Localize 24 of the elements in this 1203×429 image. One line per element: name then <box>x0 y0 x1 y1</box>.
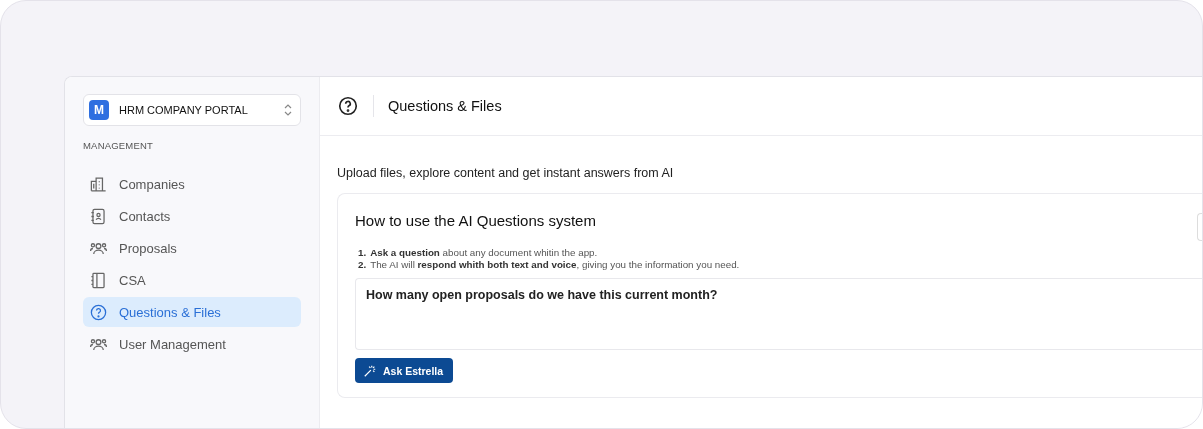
sidebar-item[interactable]: Contacts <box>83 201 301 231</box>
question-field[interactable]: How many open proposals do we have this current month? <box>355 278 1202 350</box>
help-icon <box>89 302 108 322</box>
sort-arrows-icon <box>284 104 292 116</box>
sidebar-item[interactable]: Companies <box>83 169 301 199</box>
step-text: The AI will respond whith both text and voice, giving you the information you need. <box>370 259 740 270</box>
step-text: Ask a question about any document whitin the app. <box>370 247 598 258</box>
intro-text: Upload files, explore content and get instant answers from AI <box>337 166 675 180</box>
sidebar-item[interactable]: Proposals <box>83 233 301 263</box>
notebook-icon <box>89 270 108 290</box>
sidebar-item[interactable]: Questions & Files <box>83 297 301 327</box>
page-title: Questions & Files <box>388 98 502 114</box>
magic-wand-icon <box>363 363 377 378</box>
help-icon <box>337 95 359 117</box>
sidebar-item[interactable]: CSA <box>83 265 301 295</box>
step-number: 1. <box>358 247 367 258</box>
sidebar-item[interactable]: User Management <box>83 329 301 359</box>
contact-book-icon <box>89 206 108 226</box>
card-title: How to use the AI Questions system <box>355 212 596 229</box>
workspace-selector[interactable]: M HRM COMPANY PORTAL <box>83 94 301 126</box>
step-number: 2. <box>358 259 367 270</box>
workspace-logo: M <box>89 100 109 120</box>
ask-button[interactable]: Ask Estrella <box>355 358 454 383</box>
section-label: MANAGEMENT <box>83 140 155 151</box>
